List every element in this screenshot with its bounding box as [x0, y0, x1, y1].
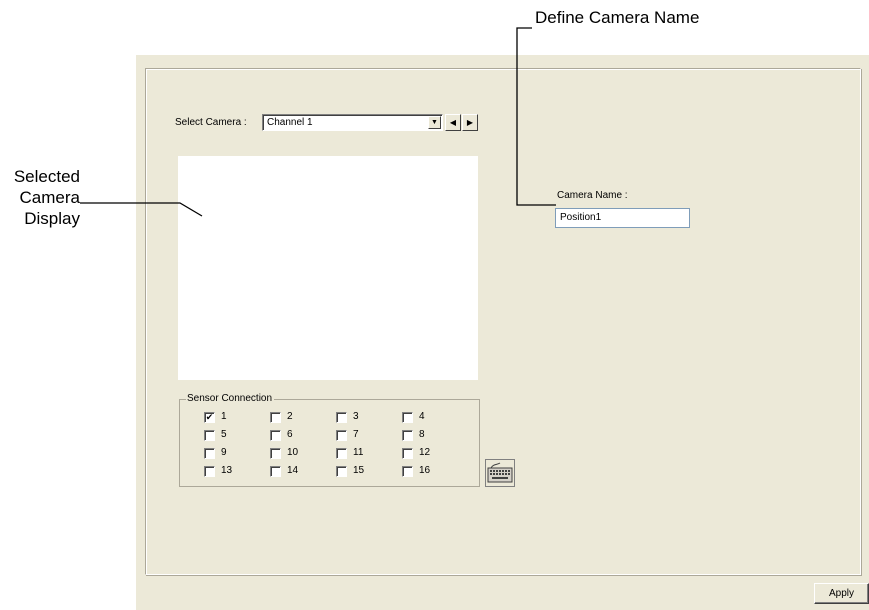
camera-name-value: Position1	[560, 212, 602, 223]
sensor-label: 4	[419, 411, 425, 422]
chevron-down-icon[interactable]: ▼	[428, 116, 441, 129]
sensor-label: 14	[287, 465, 299, 476]
checkbox-box[interactable]	[270, 466, 281, 477]
sensor-label: 5	[221, 429, 227, 440]
callout-define-camera-name: Define Camera Name	[535, 8, 700, 27]
checkbox-box[interactable]	[336, 430, 347, 441]
callout-line-2: Camera	[19, 188, 80, 207]
camera-select-dropdown[interactable]: Channel 1 ▼	[262, 114, 443, 131]
sensor-connection-title: Sensor Connection	[186, 393, 275, 404]
sensor-label: 2	[287, 411, 293, 422]
callout-selected-camera-display: Selected Camera Display	[0, 166, 80, 229]
sensor-label: 3	[353, 411, 359, 422]
camera-settings-panel: Select Camera : Channel 1 ▼ ◀ ▶ Camera N…	[136, 55, 869, 610]
camera-display	[178, 156, 478, 380]
checkbox-box[interactable]	[270, 448, 281, 459]
checkbox-box[interactable]	[402, 412, 413, 423]
sensor-label: 10	[287, 447, 299, 458]
callout-line-3: Display	[24, 209, 80, 228]
arrow-left-icon: ◀	[449, 118, 457, 127]
checkmark-icon[interactable]: ✔	[204, 412, 215, 423]
select-camera-label: Select Camera :	[175, 117, 247, 128]
keyboard-icon	[485, 459, 515, 487]
keyboard-button[interactable]	[485, 459, 515, 487]
checkbox-box[interactable]	[270, 412, 281, 423]
sensor-label: 8	[419, 429, 425, 440]
sensor-label: 13	[221, 465, 233, 476]
checkbox-box[interactable]	[270, 430, 281, 441]
sensor-label: 12	[419, 447, 431, 458]
sensor-label: 9	[221, 447, 227, 458]
checkbox-box[interactable]	[204, 430, 215, 441]
sensor-label: 6	[287, 429, 293, 440]
prev-camera-button[interactable]: ◀	[445, 114, 461, 131]
camera-select-value: Channel 1	[267, 117, 313, 128]
camera-name-field[interactable]: Position1	[555, 208, 690, 228]
sensor-label: 1	[221, 411, 227, 422]
sensor-label: 15	[353, 465, 365, 476]
screenshot-root: Define Camera Name Selected Camera Displ…	[0, 0, 869, 610]
checkbox-box[interactable]	[336, 448, 347, 459]
checkbox-box[interactable]	[204, 466, 215, 477]
camera-name-label: Camera Name :	[557, 190, 628, 201]
next-camera-button[interactable]: ▶	[462, 114, 478, 131]
arrow-right-icon: ▶	[466, 118, 474, 127]
checkbox-box[interactable]	[336, 412, 347, 423]
checkbox-box[interactable]	[402, 466, 413, 477]
sensor-label: 11	[353, 447, 364, 458]
checkbox-box[interactable]	[204, 448, 215, 459]
checkbox-box[interactable]	[402, 430, 413, 441]
sensor-connection-group: Sensor Connection ✔ 1 2 3 4 5 6 7 8 9 10 11 12 13 14 15…	[179, 393, 480, 487]
sensor-label: 16	[419, 465, 431, 476]
checkbox-box[interactable]	[402, 448, 413, 459]
callout-line-1: Selected	[13, 167, 80, 186]
apply-button[interactable]: Apply	[814, 583, 869, 604]
sensor-label: 7	[353, 429, 359, 440]
checkbox-box[interactable]	[336, 466, 347, 477]
